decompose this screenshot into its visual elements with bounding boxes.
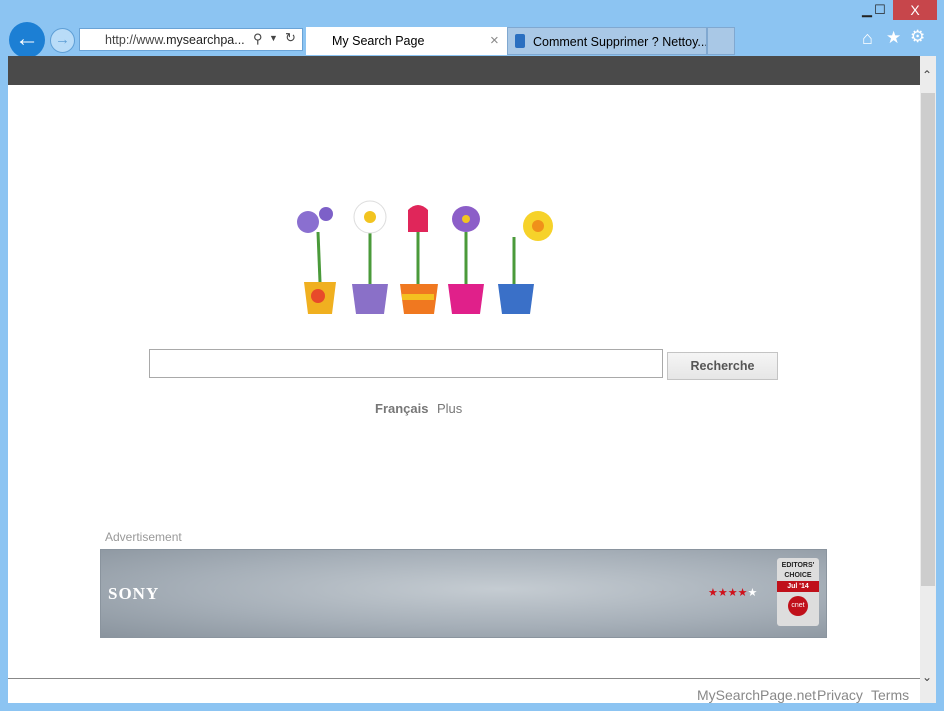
sony-logo: SONY: [108, 584, 160, 603]
search-icon[interactable]: ⚲: [253, 31, 263, 47]
url-domain: mysearchpa...: [166, 33, 245, 47]
tab-label: My Search Page: [332, 34, 425, 48]
tab-comment-supprimer[interactable]: Comment Supprimer ? Nettoy...: [507, 27, 707, 55]
cnet-logo: cnet: [788, 596, 808, 616]
home-icon[interactable]: ⌂: [862, 28, 873, 49]
editors-choice-badge: EDITORS' CHOICE Jul '14 cnet: [777, 558, 819, 626]
tab-close-icon[interactable]: ×: [490, 32, 499, 49]
close-window-button[interactable]: X: [893, 0, 937, 20]
new-tab-button[interactable]: [707, 27, 735, 55]
advertisement-label: Advertisement: [105, 530, 182, 544]
flower-5: [498, 211, 553, 314]
footer-site-link[interactable]: MySearchPage.net: [697, 687, 816, 703]
rating-stars: ★★★★★: [708, 586, 757, 599]
tab-label: Comment Supprimer ? Nettoy...: [533, 35, 707, 49]
footer-terms-link[interactable]: Terms: [871, 687, 909, 703]
flower-3: [400, 205, 438, 314]
top-bar: [8, 56, 920, 85]
more-link[interactable]: Plus: [437, 401, 462, 416]
dropdown-icon[interactable]: ▼: [269, 33, 278, 43]
filled-stars: ★★★★: [708, 587, 748, 599]
tab-my-search-page[interactable]: My Search Page: [306, 27, 507, 55]
flower-1: [297, 207, 336, 314]
empty-star: ★: [747, 587, 758, 599]
favorites-star-icon[interactable]: ★: [886, 28, 901, 48]
search-input[interactable]: [149, 349, 663, 378]
scroll-down-icon[interactable]: ⌄: [922, 670, 932, 684]
refresh-icon[interactable]: ↻: [285, 30, 296, 46]
scroll-up-icon[interactable]: ⌃: [922, 68, 932, 82]
flower-pots-logo: [297, 200, 553, 314]
badge-title: EDITORS' CHOICE: [781, 562, 815, 579]
url-prefix: http://www.: [105, 33, 167, 47]
scrollbar-thumb[interactable]: [921, 93, 935, 586]
footer-privacy-link[interactable]: Privacy: [817, 687, 863, 703]
page-favicon-icon: [515, 34, 525, 48]
footer-divider: [8, 678, 920, 679]
search-button[interactable]: Recherche: [667, 352, 778, 380]
ad-banner[interactable]: SONY ★★★★★ EDITORS' CHOICE Jul '14 cnet: [100, 549, 827, 638]
maximize-button[interactable]: ☐: [866, 0, 894, 20]
back-button[interactable]: ←: [9, 22, 45, 58]
badge-date: Jul '14: [777, 581, 819, 592]
flower-4: [448, 206, 484, 314]
forward-button[interactable]: →: [50, 28, 75, 53]
flower-2: [352, 200, 388, 314]
language-link[interactable]: Français: [375, 401, 428, 416]
settings-gear-icon[interactable]: ⚙: [910, 27, 925, 47]
